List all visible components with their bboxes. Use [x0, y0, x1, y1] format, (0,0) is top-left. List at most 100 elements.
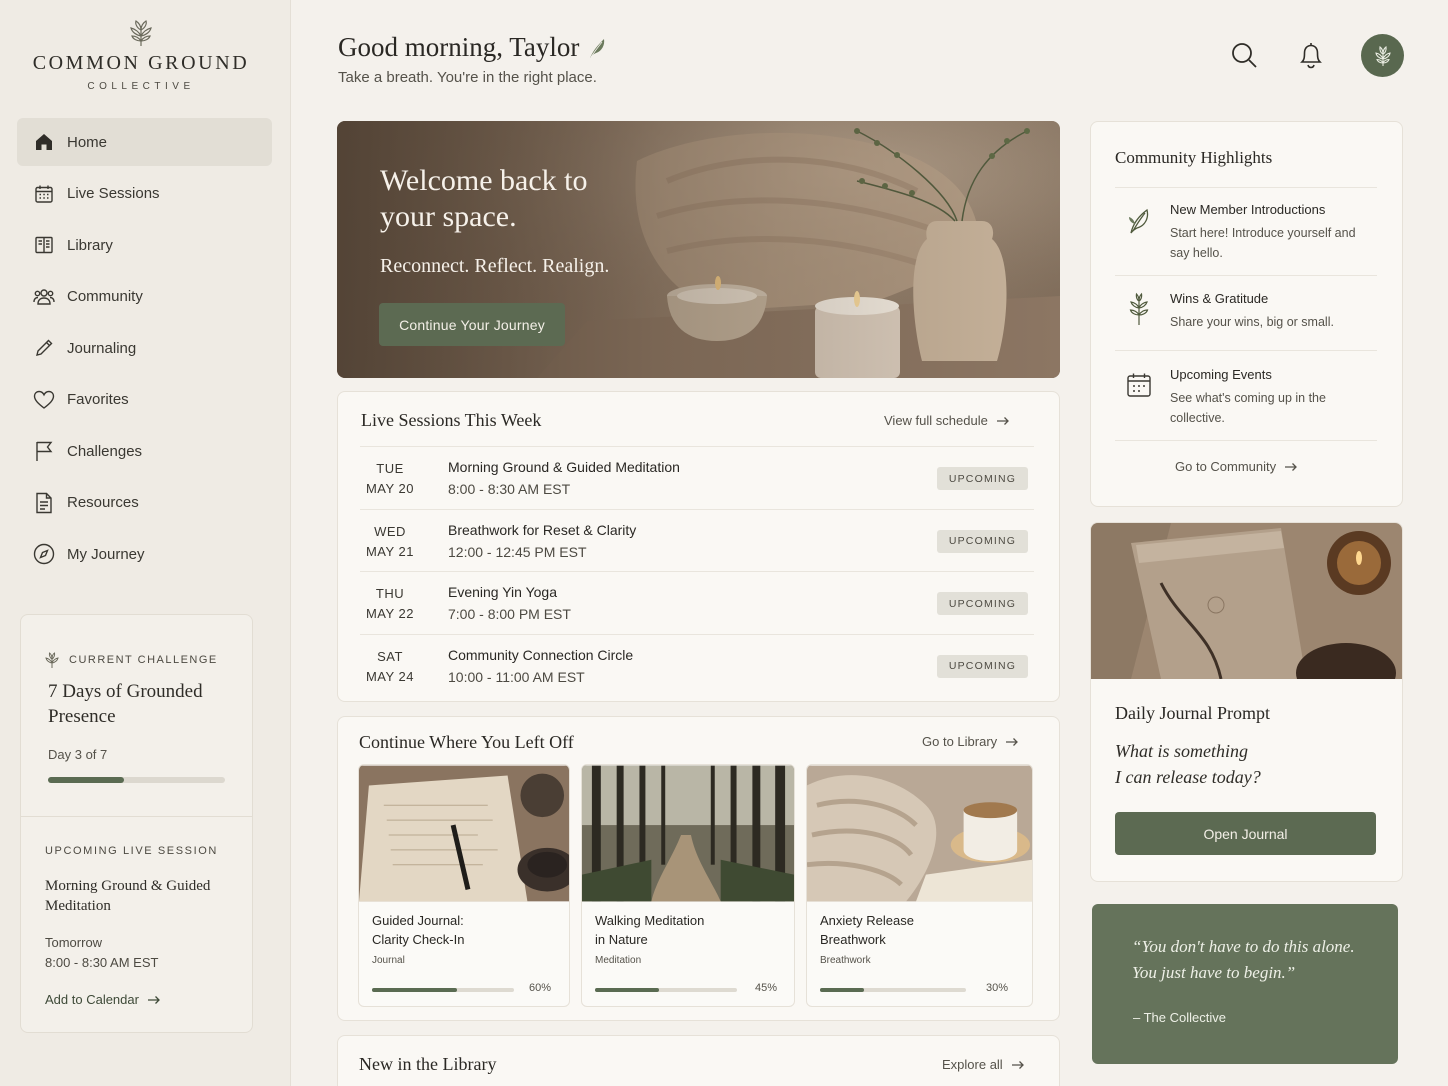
continue-journey-button[interactable]: Continue Your Journey [379, 303, 565, 346]
sidebar-item-label: Journaling [67, 339, 137, 357]
journal-thumbnail [359, 765, 569, 902]
continue-title: Continue Where You Left Off [359, 732, 574, 752]
community-item-introductions[interactable]: New Member Introductions Start here! Int… [1115, 187, 1377, 275]
session-row[interactable]: TUE MAY 20 Morning Ground & Guided Meditat… [360, 446, 1034, 508]
sidebar-item-live-sessions[interactable]: Live Sessions [17, 170, 272, 218]
people-icon [33, 286, 55, 308]
arrow-right-icon [147, 995, 161, 1005]
continue-item-title: Anxiety Release Breathwork [820, 911, 914, 949]
plant-icon [1125, 292, 1153, 325]
go-to-library-link[interactable]: Go to Library [922, 734, 1019, 749]
community-card: Community Highlights New Member Introduc… [1090, 121, 1403, 507]
quote-line: “You don't have to do this alone. [1132, 937, 1355, 956]
new-library-card: New in the Library Explore all [337, 1035, 1060, 1086]
progress-bar [820, 988, 966, 992]
explore-all-label: Explore all [942, 1057, 1003, 1072]
community-item-wins[interactable]: Wins & Gratitude Share your wins, big or… [1115, 275, 1377, 350]
session-dow: SAT [377, 648, 403, 664]
session-date: SAT MAY 24 [360, 647, 420, 687]
quote-line: You just have to begin.” [1132, 963, 1296, 982]
upcoming-session-when: Tomorrow 8:00 - 8:30 AM EST [45, 933, 158, 973]
session-time: 10:00 - 11:00 AM EST [448, 668, 585, 685]
leaf-icon [1125, 206, 1153, 236]
session-row[interactable]: THU MAY 22 Evening Yin Yoga 7:00 - 8:00 PM … [360, 571, 1034, 633]
blanket-cup-thumbnail [807, 765, 1032, 902]
flag-icon [33, 440, 55, 462]
avatar[interactable] [1361, 34, 1404, 77]
challenge-progress-bar [48, 777, 225, 783]
sidebar-item-my-journey[interactable]: My Journey [17, 530, 272, 578]
book-icon [33, 234, 55, 256]
home-icon [33, 131, 55, 153]
sidebar: COMMON GROUND COLLECTIVE Home Live Sessi… [0, 0, 291, 1086]
go-to-community-link[interactable]: Go to Community [1175, 459, 1298, 474]
arrow-right-icon [1005, 737, 1019, 747]
session-time: 7:00 - 8:00 PM EST [448, 606, 571, 622]
session-row[interactable]: SAT MAY 24 Community Connection Circle 10:0… [360, 633, 1034, 696]
upcoming-session-day: Tomorrow [45, 935, 103, 950]
session-name: Morning Ground & Guided Meditation [448, 459, 680, 475]
arrow-right-icon [1284, 462, 1298, 472]
sidebar-item-library[interactable]: Library [17, 221, 272, 269]
calendar-icon [33, 183, 55, 205]
session-dow: WED [374, 523, 406, 539]
community-title: Community Highlights [1115, 148, 1273, 167]
sidebar-item-challenges[interactable]: Challenges [17, 427, 272, 475]
sidebar-item-favorites[interactable]: Favorites [17, 376, 272, 424]
title-line: Walking Meditation [595, 913, 705, 928]
bell-icon[interactable] [1296, 40, 1326, 70]
continue-item-walking[interactable]: Walking Meditation in Nature Meditation 4… [581, 764, 795, 1007]
upcoming-session-label: UPCOMING LIVE SESSION [45, 845, 218, 857]
challenge-day: Day 3 of 7 [48, 747, 108, 762]
session-date: TUE MAY 20 [360, 459, 420, 499]
sidebar-item-home[interactable]: Home [17, 118, 272, 166]
sidebar-item-label: Community [67, 288, 143, 305]
session-time: 8:00 - 8:30 AM EST [448, 481, 571, 497]
page-subtitle: Take a breath. You're in the right place… [338, 69, 597, 86]
upcoming-session-time: 8:00 - 8:30 AM EST [45, 955, 159, 970]
prompt-line: I can release today? [1115, 767, 1261, 787]
quote-author: – The Collective [1133, 1010, 1226, 1025]
continue-item-journal[interactable]: Guided Journal: Clarity Check-In Journal … [358, 764, 570, 1007]
hero-title: Welcome back to your space. [380, 164, 588, 233]
progress-fill [820, 988, 864, 992]
community-item-desc: See what's coming up in the collective. [1170, 391, 1326, 425]
community-item-desc: Start here! Introduce yourself and say h… [1170, 226, 1356, 260]
brand-name: COMMON GROUND [32, 52, 250, 74]
continue-item-breathwork[interactable]: Anxiety Release Breathwork Breathwork 30% [806, 764, 1033, 1007]
community-item-events[interactable]: Upcoming Events See what's coming up in … [1115, 350, 1377, 440]
sidebar-item-journaling[interactable]: Journaling [17, 324, 272, 372]
challenge-title[interactable]: 7 Days of Grounded Presence [48, 679, 238, 729]
session-day: MAY 20 [365, 481, 415, 496]
arrow-right-icon [996, 416, 1010, 426]
sidebar-nav: Home Live Sessions Library Community Jou… [17, 118, 272, 582]
sidebar-item-label: Library [67, 236, 113, 254]
title-line: Anxiety Release [820, 913, 914, 928]
open-journal-button[interactable]: Open Journal [1115, 812, 1376, 855]
add-to-calendar-link[interactable]: Add to Calendar [45, 992, 161, 1007]
session-row[interactable]: WED MAY 21 Breathwork for Reset & Clarity 1… [360, 508, 1034, 571]
sidebar-item-community[interactable]: Community [17, 273, 272, 321]
sidebar-item-resources[interactable]: Resources [17, 479, 272, 527]
brand-logo[interactable]: COMMON GROUND COLLECTIVE [0, 18, 282, 92]
progress-percent: 30% [986, 982, 1009, 994]
current-challenge-label: CURRENT CHALLENGE [43, 651, 218, 669]
continue-item-title: Walking Meditation in Nature [595, 911, 704, 949]
continue-item-title: Guided Journal: Clarity Check-In [372, 911, 464, 949]
upcoming-session-title[interactable]: Morning Ground & Guided Meditation [45, 876, 235, 916]
title-line: Breathwork [820, 932, 886, 947]
journal-image [1091, 523, 1402, 679]
search-icon[interactable] [1229, 40, 1259, 70]
title-line: in Nature [595, 932, 648, 947]
explore-all-link[interactable]: Explore all [942, 1057, 1025, 1072]
status-badge: UPCOMING [937, 467, 1028, 490]
session-dow: THU [375, 586, 405, 601]
greeting-text: Good morning, Taylor [338, 32, 580, 62]
sidebar-item-label: Live Sessions [67, 185, 160, 202]
session-name: Community Connection Circle [448, 646, 634, 663]
forest-thumbnail [582, 765, 794, 902]
arrow-right-icon [1011, 1060, 1025, 1070]
go-to-community-label: Go to Community [1175, 459, 1277, 474]
title-line: Clarity Check-In [372, 932, 465, 947]
view-schedule-link[interactable]: View full schedule [884, 413, 1010, 428]
